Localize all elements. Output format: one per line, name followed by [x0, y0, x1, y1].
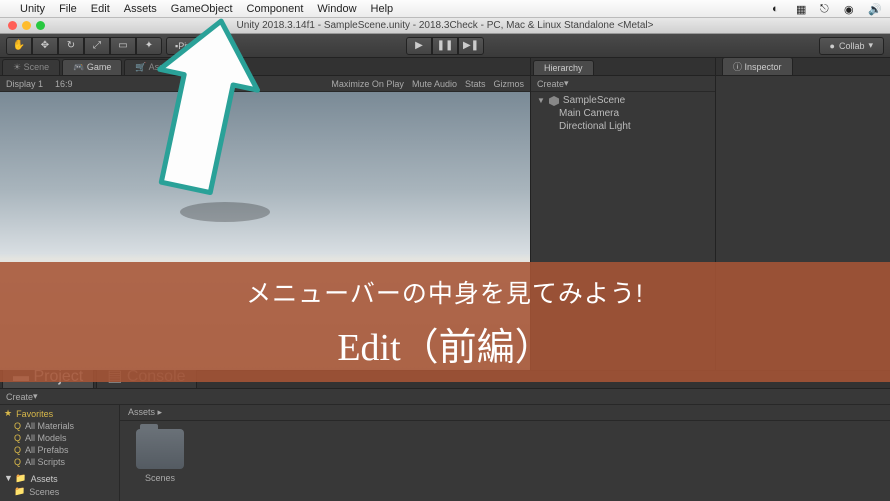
status-icon[interactable]: ▦: [796, 3, 810, 15]
maximize-on-play[interactable]: Maximize On Play: [331, 79, 404, 89]
menu-component[interactable]: Component: [247, 3, 304, 15]
play-button[interactable]: ▶: [406, 37, 432, 55]
menu-unity[interactable]: Unity: [20, 3, 45, 15]
hierarchy-item-label: Directional Light: [559, 121, 631, 132]
hierarchy-item[interactable]: Main Camera: [531, 107, 715, 120]
pause-button[interactable]: ❚❚: [432, 37, 458, 55]
move-tool[interactable]: ✥: [32, 37, 58, 55]
favorite-item[interactable]: QAll Scripts: [4, 456, 115, 468]
rect-tool[interactable]: ▭: [110, 37, 136, 55]
rotate-tool[interactable]: ↻: [58, 37, 84, 55]
tab-hierarchy[interactable]: Hierarchy: [533, 60, 594, 75]
scale-tool[interactable]: ⤢: [84, 37, 110, 55]
menu-window[interactable]: Window: [317, 3, 356, 15]
banner-title: メニューバーの中身を見てみよう!: [246, 274, 644, 310]
search-icon: Q: [14, 421, 21, 431]
gizmos-dropdown[interactable]: Gizmos: [493, 79, 524, 89]
collab-dropdown[interactable]: ● Collab ▾: [819, 37, 884, 55]
folder-icon: [136, 429, 184, 469]
aspect-dropdown[interactable]: 16:9: [55, 79, 73, 89]
search-icon: Q: [14, 445, 21, 455]
display-dropdown[interactable]: Display 1: [6, 79, 43, 89]
pivot-label: Pivot: [178, 41, 198, 51]
collab-label: Collab: [839, 41, 865, 51]
volume-icon[interactable]: 🔊: [868, 3, 882, 15]
scene-tab-row: ☀ Scene 🎮 Game 🛒 Asset Store: [0, 58, 530, 76]
unity-toolbar: ✋ ✥ ↻ ⤢ ▭ ✦ ▪ Pivot ▶ ❚❚ ▶❚ ● Collab ▾: [0, 34, 890, 58]
maximize-icon[interactable]: [36, 21, 45, 30]
step-button[interactable]: ▶❚: [458, 37, 484, 55]
hierarchy-create[interactable]: Create: [537, 79, 564, 89]
menu-edit[interactable]: Edit: [91, 3, 110, 15]
menu-gameobject[interactable]: GameObject: [171, 3, 233, 15]
tab-game[interactable]: 🎮 Game: [62, 59, 122, 75]
hierarchy-item-label: Main Camera: [559, 108, 619, 119]
project-breadcrumb[interactable]: Assets ▸: [120, 405, 890, 421]
favorite-item[interactable]: QAll Models: [4, 432, 115, 444]
bluetooth-icon[interactable]: ⎋: [820, 3, 834, 15]
tab-inspector[interactable]: ⓘ Inspector: [722, 57, 793, 75]
folder-item[interactable]: Scenes: [128, 429, 192, 483]
annotation-banner: メニューバーの中身を見てみよう! Edit（前編）: [0, 262, 890, 382]
favorite-item[interactable]: QAll Materials: [4, 420, 115, 432]
close-icon[interactable]: [8, 21, 17, 30]
folder-label: Scenes: [145, 473, 175, 483]
assets-header[interactable]: ▼ 📁 Assets: [4, 472, 115, 485]
favorite-item[interactable]: QAll Prefabs: [4, 444, 115, 456]
search-icon: Q: [14, 457, 21, 467]
favorites-header[interactable]: ★ Favorites: [4, 407, 115, 420]
hierarchy-root-label: SampleScene: [563, 95, 625, 106]
disclosure-icon[interactable]: ▼: [537, 96, 545, 105]
menu-help[interactable]: Help: [371, 3, 394, 15]
transform-tools: ✋ ✥ ↻ ⤢ ▭ ✦: [6, 37, 162, 55]
tab-asset-store[interactable]: 🛒 Asset Store: [124, 59, 206, 75]
minimize-icon[interactable]: [22, 21, 31, 30]
transform-tool[interactable]: ✦: [136, 37, 162, 55]
status-icon[interactable]: ◐: [772, 3, 786, 15]
project-create[interactable]: Create: [6, 392, 33, 402]
tab-scene[interactable]: ☀ Scene: [2, 59, 60, 75]
hierarchy-item[interactable]: Directional Light: [531, 120, 715, 133]
assets-child[interactable]: 📁 Scenes: [4, 485, 115, 498]
search-icon: Q: [14, 433, 21, 443]
hand-tool[interactable]: ✋: [6, 37, 32, 55]
mac-menubar: Unity File Edit Assets GameObject Compon…: [0, 0, 890, 18]
pivot-toggle[interactable]: ▪ Pivot: [166, 37, 207, 55]
wifi-icon[interactable]: ◉: [844, 3, 858, 15]
scene-icon: [549, 96, 559, 106]
hierarchy-tree[interactable]: ▼ SampleScene Main Camera Directional Li…: [531, 92, 715, 135]
hierarchy-scene-root[interactable]: ▼ SampleScene: [531, 94, 715, 107]
stats-toggle[interactable]: Stats: [465, 79, 486, 89]
window-titlebar: Unity 2018.3.14f1 - SampleScene.unity - …: [0, 18, 890, 34]
mute-audio[interactable]: Mute Audio: [412, 79, 457, 89]
menu-assets[interactable]: Assets: [124, 3, 157, 15]
banner-subtitle: Edit（前編）: [337, 316, 552, 371]
window-title: Unity 2018.3.14f1 - SampleScene.unity - …: [237, 20, 654, 31]
game-controls: Display 1 16:9 Maximize On Play Mute Aud…: [0, 76, 530, 92]
menu-file[interactable]: File: [59, 3, 77, 15]
